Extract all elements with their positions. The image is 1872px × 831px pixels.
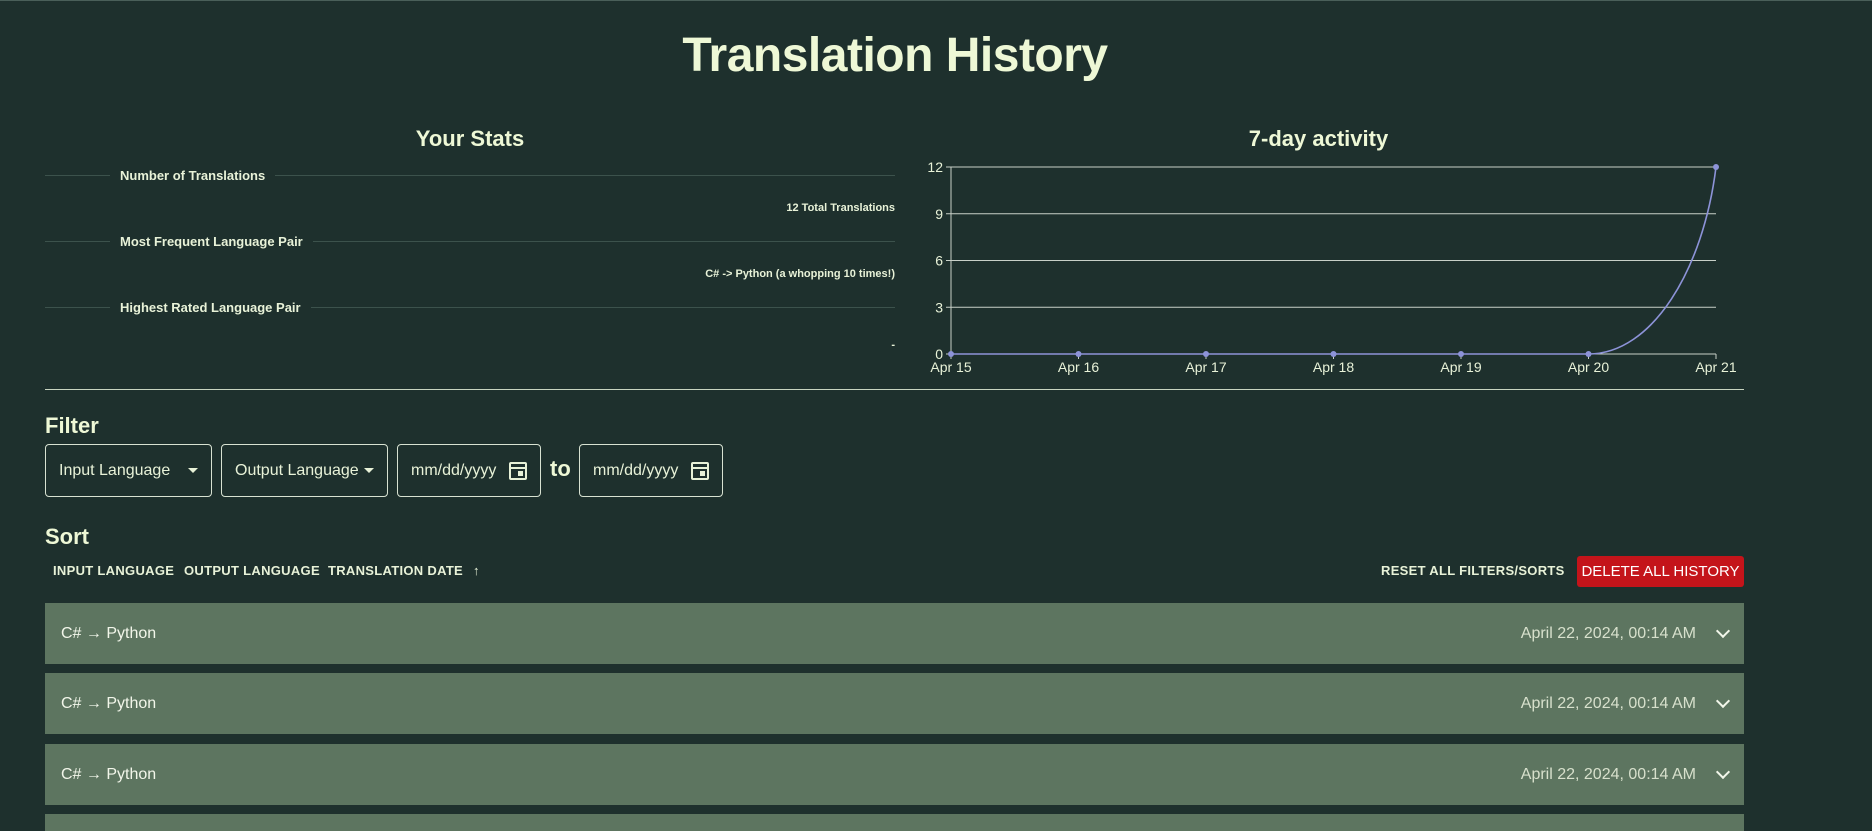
calendar-icon[interactable] [691, 461, 709, 480]
x-tick-label: Apr 16 [1058, 359, 1099, 375]
x-tick-label: Apr 18 [1313, 359, 1354, 375]
sort-output-language-button[interactable]: OUTPUT LANGUAGE [184, 563, 320, 578]
y-tick-label: 12 [927, 159, 943, 175]
input-language-select[interactable]: Input Language [45, 444, 212, 497]
x-tick-label: Apr 19 [1440, 359, 1481, 375]
output-language-select[interactable]: Output Language [221, 444, 388, 497]
sort-heading: Sort [45, 524, 89, 549]
data-point [1458, 351, 1464, 357]
dropdown-caret-icon [364, 468, 374, 473]
translation-date: April 22, 2024, 00:14 AM [1520, 624, 1696, 642]
output-language-label: Output Language [235, 461, 359, 479]
stat-label-highest-rated: Highest Rated Language Pair [45, 299, 895, 315]
stat-label: Number of Translations [120, 167, 266, 183]
translation-date: April 22, 2024, 00:14 AM [1520, 765, 1696, 783]
history-row[interactable]: C# → Python April 22, 2024, 00:14 AM [45, 744, 1744, 805]
page-title: Translation History [682, 29, 1108, 82]
language-pair: C# → Python [61, 624, 157, 642]
y-tick-label: 3 [935, 299, 943, 315]
translation-date: April 22, 2024, 00:14 AM [1520, 694, 1696, 712]
x-tick-label: Apr 21 [1695, 359, 1736, 375]
date-to-input[interactable]: mm/dd/yyyy [579, 444, 723, 497]
sort-translation-date-label: TRANSLATION DATE [328, 563, 464, 578]
history-row[interactable]: C# → Python April 22, 2024, 00:14 AM [45, 673, 1744, 734]
stat-label-frequent-pair: Most Frequent Language Pair [45, 233, 895, 249]
stat-label: Highest Rated Language Pair [120, 299, 301, 315]
date-range-to-label: to [550, 456, 571, 481]
language-pair: C# → Python [61, 694, 157, 712]
language-pair: C# → Python [61, 765, 157, 783]
stat-value-translations: 12 Total Translations [786, 202, 895, 214]
sort-input-language-button[interactable]: INPUT LANGUAGE [53, 563, 174, 578]
stat-label-translations: Number of Translations [45, 167, 895, 183]
x-tick-label: Apr 15 [930, 359, 971, 375]
activity-chart: 036912Apr 15 Apr 16 Apr 17 Apr 18 Apr 19 Apr … [927, 159, 1736, 375]
x-tick-label: Apr 20 [1568, 359, 1609, 375]
section-divider [45, 389, 1744, 390]
data-point [1203, 351, 1209, 357]
stats-title: Your Stats [415, 126, 525, 151]
dropdown-caret-icon [188, 468, 198, 473]
y-tick-label: 6 [935, 253, 943, 269]
date-from-input[interactable]: mm/dd/yyyy [397, 444, 541, 497]
data-point [1713, 164, 1719, 170]
delete-all-history-button[interactable]: DELETE ALL HISTORY [1577, 556, 1744, 587]
translation-history-page: Translation History Your Stats Number of… [0, 0, 1872, 831]
arrow-up-icon: ↑ [472, 563, 480, 578]
stat-label: Most Frequent Language Pair [120, 233, 303, 249]
stat-value-highest-rated: - [891, 339, 895, 351]
chart-title: 7-day activity [1248, 126, 1389, 151]
history-row[interactable] [45, 814, 1744, 831]
input-language-label: Input Language [59, 461, 171, 479]
calendar-icon[interactable] [509, 461, 527, 480]
top-border [0, 0, 1872, 1]
filter-heading: Filter [45, 413, 99, 438]
x-tick-label: Apr 17 [1185, 359, 1226, 375]
date-from-placeholder: mm/dd/yyyy [411, 461, 497, 479]
data-point [1330, 351, 1337, 357]
history-row[interactable]: C# → Python April 22, 2024, 00:14 AM [45, 603, 1744, 664]
chevron-down-icon[interactable] [1715, 623, 1731, 638]
chevron-down-icon[interactable] [1715, 764, 1731, 779]
sort-translation-date-button[interactable]: TRANSLATION DATE ↑ [328, 563, 480, 578]
reset-filters-button[interactable]: RESET ALL FILTERS/SORTS [1381, 563, 1565, 578]
data-point [1585, 351, 1592, 357]
data-point [1075, 351, 1082, 357]
data-point [948, 351, 954, 357]
stat-value-frequent-pair: C# -> Python (a whopping 10 times!) [705, 268, 895, 280]
chevron-down-icon[interactable] [1715, 693, 1731, 708]
y-tick-label: 9 [935, 206, 943, 222]
date-to-placeholder: mm/dd/yyyy [593, 461, 679, 479]
